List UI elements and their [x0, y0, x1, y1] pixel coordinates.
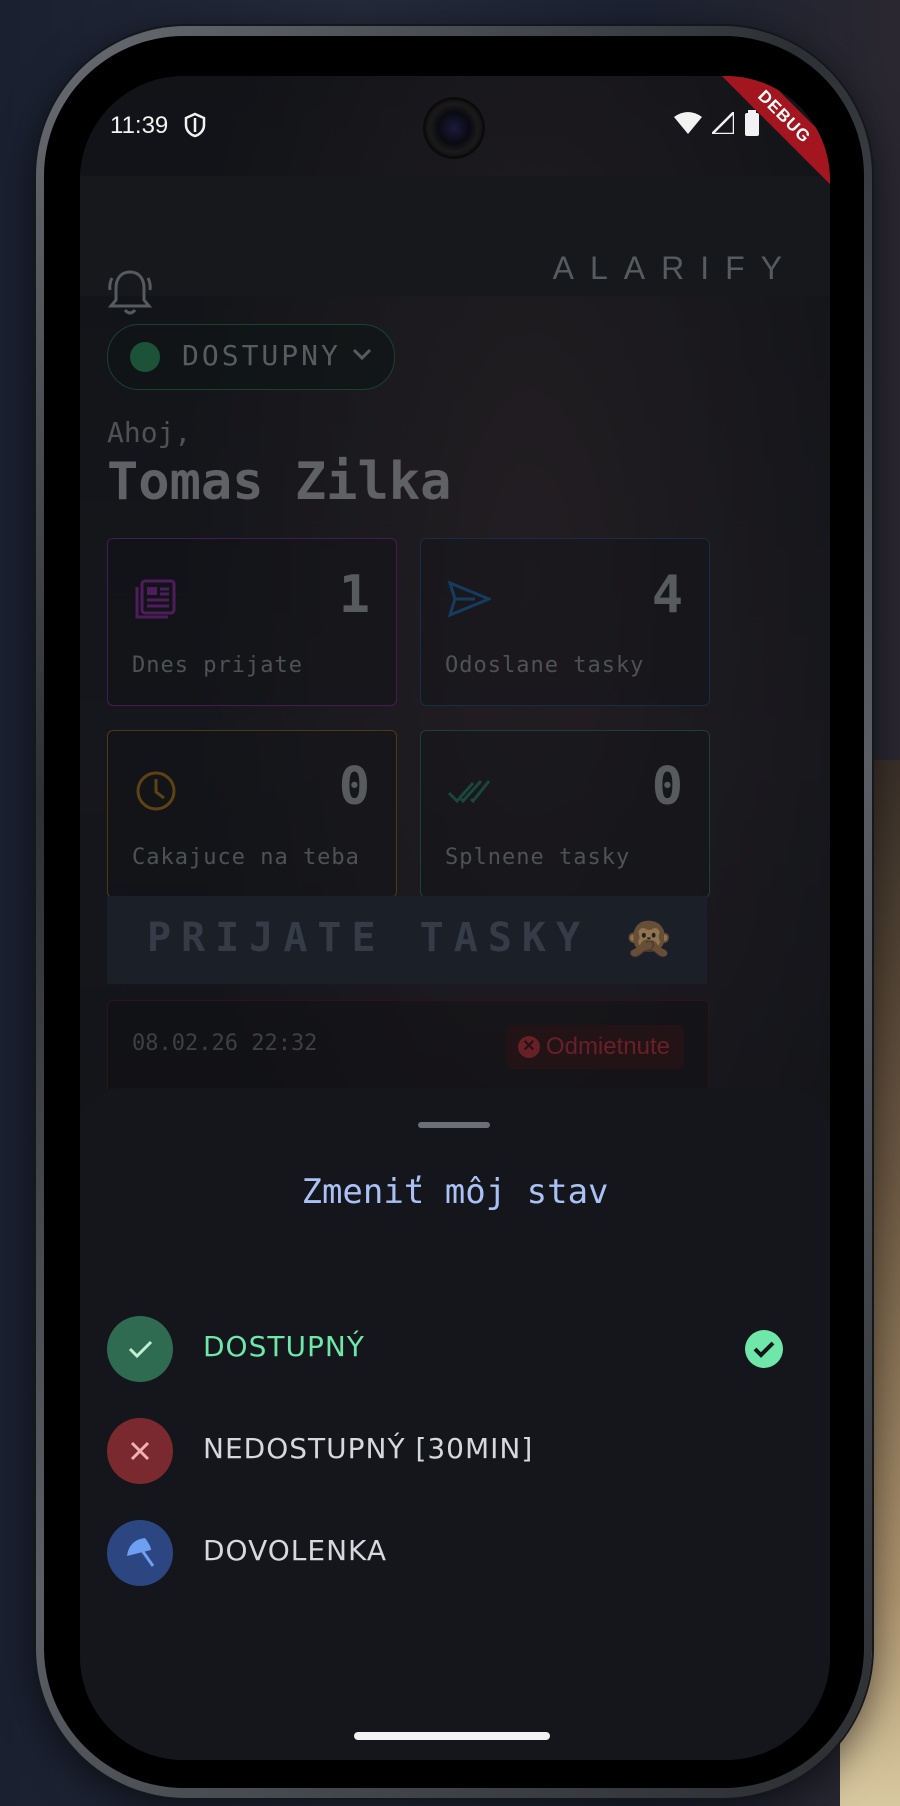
phone-screen: ALARIFY DOSTUPNY Ahoj, Tomas Zilka 1 Dne…	[80, 76, 830, 1760]
option-label: DOVOLENKA	[203, 1534, 388, 1567]
status-time: 11:39	[110, 112, 169, 139]
option-available[interactable]: DOSTUPNÝ	[107, 1312, 803, 1384]
wifi-icon	[674, 112, 702, 134]
status-bottom-sheet: Zmeniť môj stav DOSTUPNÝ NEDOSTUPNÝ [30M…	[80, 1088, 830, 1760]
sheet-title: Zmeniť môj stav	[301, 1172, 609, 1212]
drag-handle[interactable]	[418, 1122, 490, 1128]
battery-icon	[745, 110, 759, 136]
home-indicator[interactable]	[354, 1732, 550, 1740]
check-icon	[107, 1316, 173, 1382]
option-unavailable-30min[interactable]: NEDOSTUPNÝ [30MIN]	[107, 1414, 803, 1486]
option-vacation[interactable]: DOVOLENKA	[107, 1516, 803, 1588]
option-label: NEDOSTUPNÝ [30MIN]	[203, 1432, 534, 1465]
shield-icon	[184, 112, 206, 138]
umbrella-icon	[107, 1520, 173, 1586]
close-icon	[107, 1418, 173, 1484]
front-camera	[426, 100, 482, 156]
selected-check-icon	[745, 1330, 783, 1368]
signal-icon	[712, 112, 734, 134]
option-label: DOSTUPNÝ	[203, 1330, 365, 1363]
